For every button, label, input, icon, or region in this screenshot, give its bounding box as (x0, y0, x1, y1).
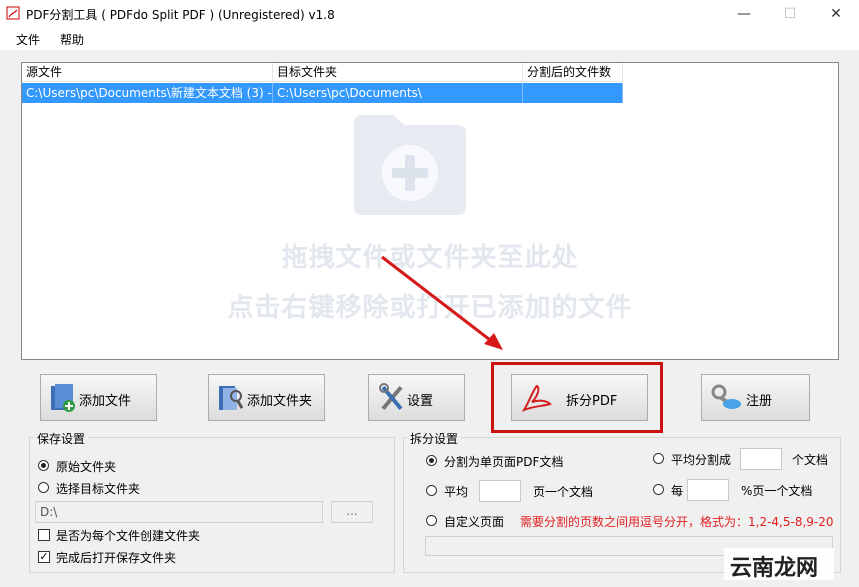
cell-target: C:\Users\pc\Documents\ (273, 83, 523, 103)
custom-pages-label: 自定义页面 (444, 515, 505, 529)
key-icon (711, 384, 741, 409)
target-folder-label: 选择目标文件夹 (56, 482, 141, 496)
single-page-label: 分割为单页面PDF文档 (444, 455, 564, 469)
average-split-input[interactable] (740, 448, 782, 470)
radio-average-split[interactable] (653, 453, 664, 464)
save-settings-title: 保存设置 (34, 430, 89, 447)
cell-count (523, 83, 623, 103)
watermark-text: 云南龙网 (730, 556, 819, 581)
average-pages-input[interactable] (479, 480, 521, 502)
title-bar: PDF分割工具 ( PDFdo Split PDF ) (Unregistere… (0, 0, 859, 28)
every-label: 每 (671, 484, 684, 498)
cell-source: C:\Users\pc\Documents\新建文本文档 (3) -... (22, 83, 273, 103)
add-folder-label: 添加文件夹 (247, 394, 313, 409)
menu-file[interactable]: 文件 (16, 31, 40, 48)
split-pdf-button[interactable]: 拆分PDF (511, 374, 648, 421)
add-folder-icon (219, 386, 244, 410)
add-folder-illustration-icon (354, 115, 466, 215)
radio-average[interactable] (426, 485, 437, 496)
pdf-app-icon (6, 6, 20, 20)
window-title: PDF分割工具 ( PDFdo Split PDF ) (Unregistere… (26, 8, 335, 22)
minimize-button[interactable]: — (721, 0, 767, 28)
output-path-field[interactable]: D:\ (35, 501, 323, 523)
close-button[interactable]: ✕ (813, 0, 859, 28)
radio-custom-pages[interactable] (426, 515, 437, 526)
maximize-button[interactable]: ☐ (767, 0, 813, 28)
register-button[interactable]: 注册 (701, 374, 810, 421)
menu-help[interactable]: 帮助 (60, 31, 84, 48)
table-row[interactable]: C:\Users\pc\Documents\新建文本文档 (3) -... C:… (22, 83, 623, 103)
radio-single-page[interactable] (426, 455, 437, 466)
original-folder-label: 原始文件夹 (56, 460, 117, 474)
split-pdf-label: 拆分PDF (566, 394, 618, 409)
column-header-count[interactable]: 分割后的文件数 (523, 63, 623, 82)
split-settings-title: 拆分设置 (407, 430, 462, 447)
settings-button[interactable]: 设置 (368, 374, 465, 421)
column-header-source[interactable]: 源文件 (22, 63, 273, 82)
open-after-label: 完成后打开保存文件夹 (56, 551, 177, 565)
browse-button[interactable]: ... (331, 501, 373, 523)
tools-icon (379, 383, 403, 411)
add-file-icon (51, 384, 75, 412)
drop-hint-line2: 点击右键移除或打开已添加的文件 (227, 293, 633, 323)
every-percent-input[interactable] (687, 479, 729, 501)
radio-every[interactable] (653, 484, 664, 495)
radio-target-folder[interactable] (38, 482, 49, 493)
create-folder-checkbox[interactable] (38, 529, 50, 541)
drop-hint-line1: 拖拽文件或文件夹至此处 (281, 243, 579, 273)
radio-original-folder[interactable] (38, 460, 49, 471)
average-label: 平均 (444, 485, 469, 499)
custom-format-hint: 需要分割的页数之间用逗号分开，格式为：1,2-4,5-8,9-20 (520, 515, 834, 529)
file-list[interactable]: 源文件 目标文件夹 分割后的文件数 C:\Users\pc\Documents\… (21, 62, 839, 360)
create-folder-label: 是否为每个文件创建文件夹 (56, 529, 201, 543)
average-split-label: 平均分割成 (671, 453, 732, 467)
add-folder-button[interactable]: 添加文件夹 (208, 374, 325, 421)
settings-label: 设置 (407, 394, 434, 409)
percent-per-doc-label: %页一个文档 (741, 484, 813, 498)
open-after-checkbox[interactable]: ✓ (38, 551, 50, 563)
add-file-label: 添加文件 (79, 394, 132, 409)
column-header-target[interactable]: 目标文件夹 (273, 63, 523, 82)
pages-per-doc-label: 页一个文档 (533, 485, 594, 499)
docs-unit-label: 个文档 (792, 453, 829, 467)
acrobat-icon (521, 384, 552, 413)
add-file-button[interactable]: 添加文件 (40, 374, 157, 421)
menu-bar: 文件 帮助 (0, 28, 859, 50)
register-label: 注册 (746, 394, 773, 409)
